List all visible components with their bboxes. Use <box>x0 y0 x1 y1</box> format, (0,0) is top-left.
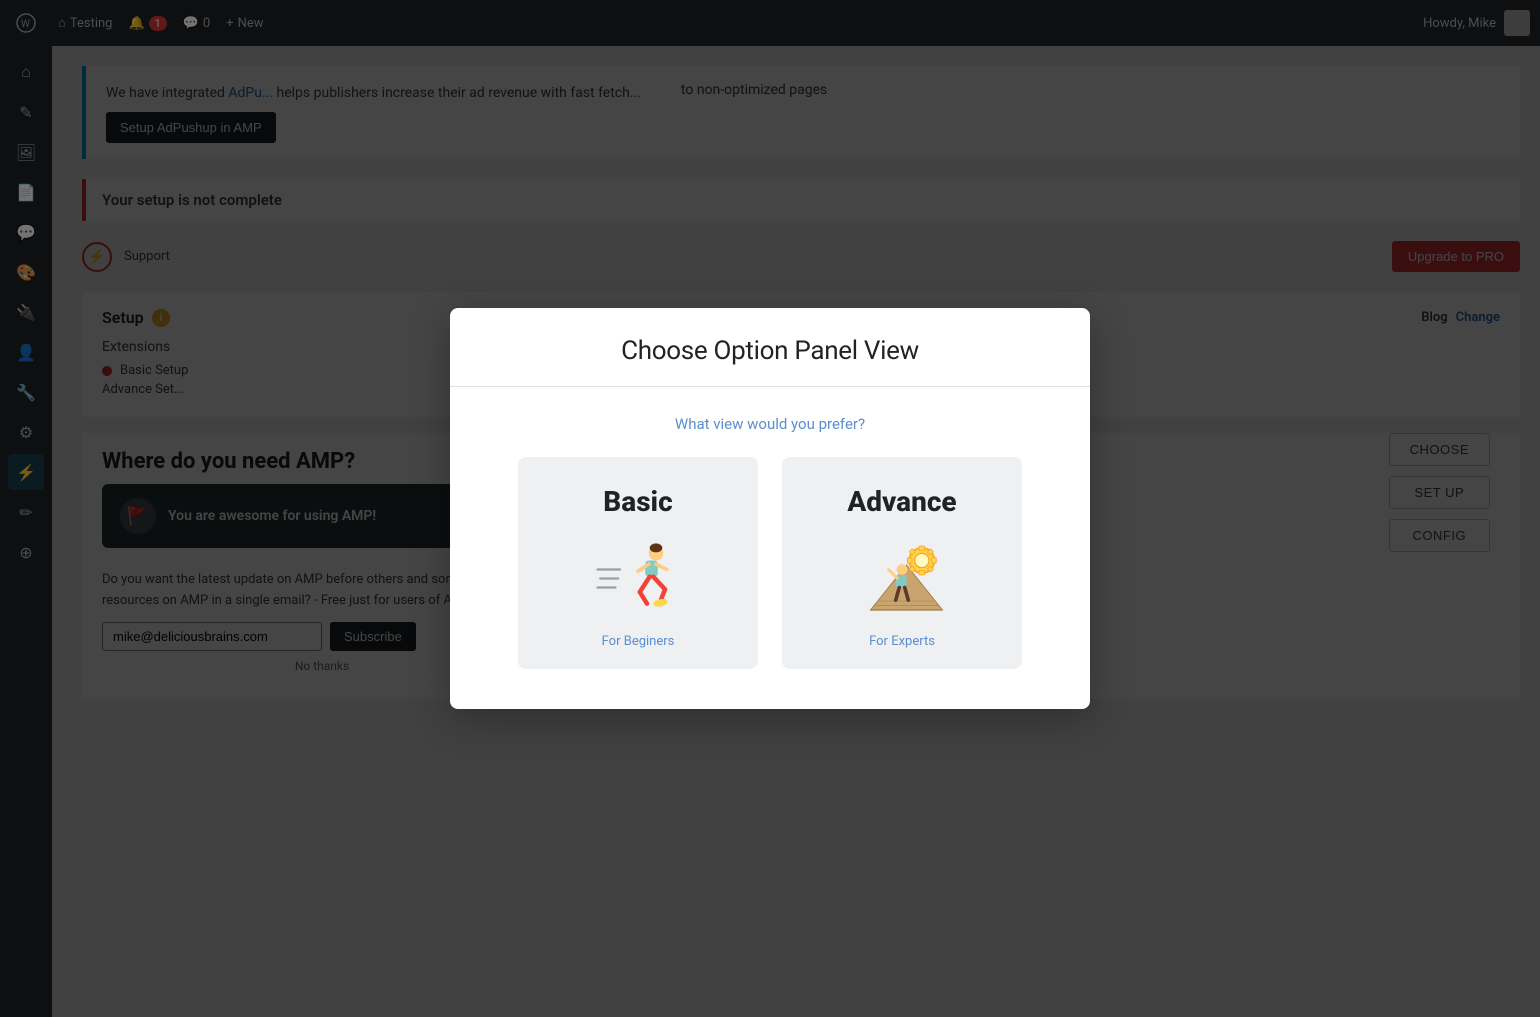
modal-title: Choose Option Panel View <box>482 336 1058 366</box>
advance-option-card[interactable]: Advance <box>782 457 1022 669</box>
modal-overlay: Choose Option Panel View What view would… <box>0 0 1540 1017</box>
advance-option-subtitle: For Experts <box>869 634 935 649</box>
advance-illustration <box>852 538 952 618</box>
advance-option-title: Advance <box>847 485 956 518</box>
basic-option-card[interactable]: Basic <box>518 457 758 669</box>
basic-option-title: Basic <box>603 485 672 518</box>
basic-illustration <box>588 538 688 618</box>
basic-option-subtitle: For Beginers <box>602 634 675 649</box>
options-row: Basic <box>490 457 1050 669</box>
modal-body: What view would you prefer? Basic <box>450 387 1090 709</box>
modal-subtitle: What view would you prefer? <box>490 415 1050 433</box>
modal-header: Choose Option Panel View <box>450 308 1090 387</box>
modal: Choose Option Panel View What view would… <box>450 308 1090 709</box>
